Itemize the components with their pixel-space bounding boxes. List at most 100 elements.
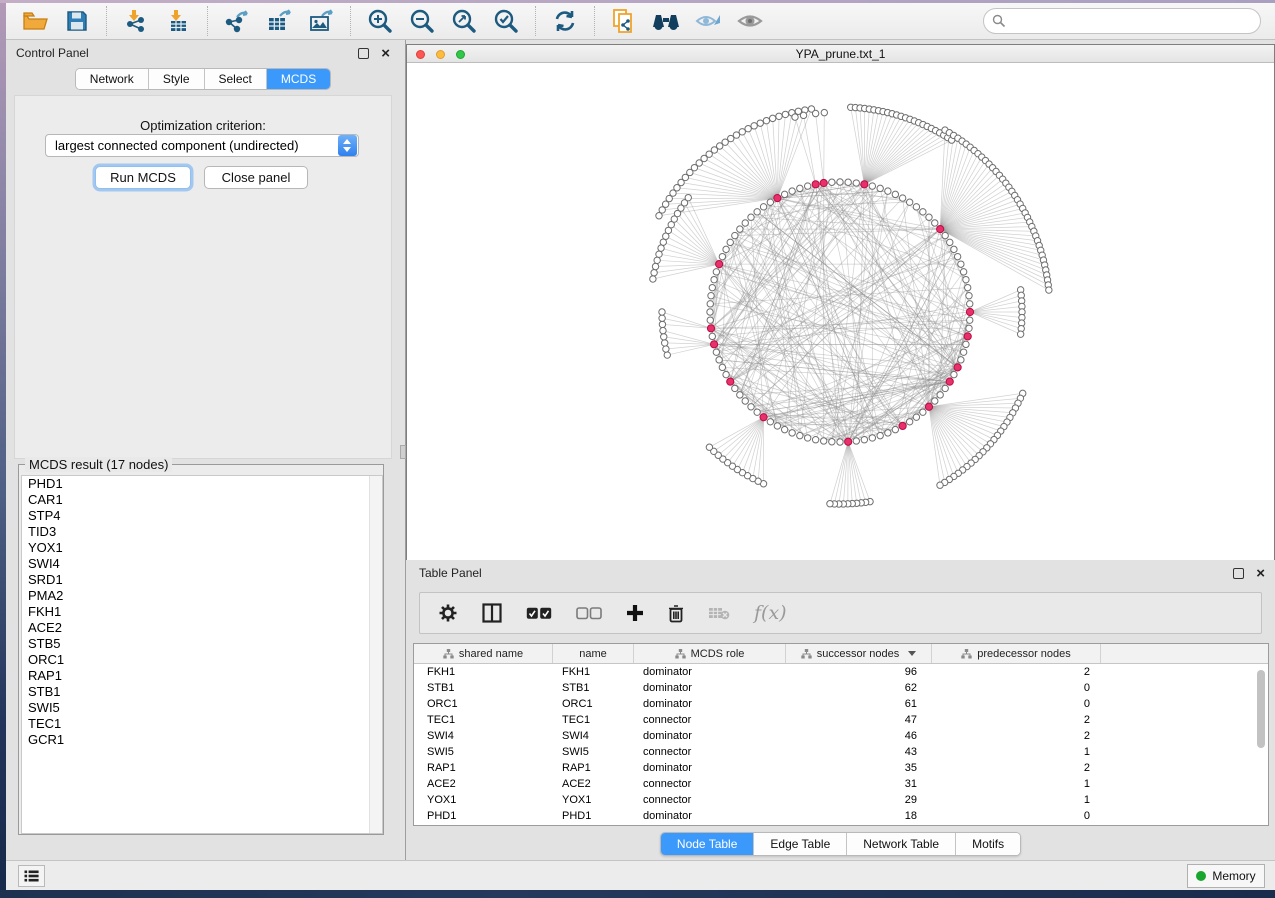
leaf-node[interactable] xyxy=(812,110,818,116)
hide-selected-button[interactable] xyxy=(687,5,729,37)
mcds-result-item[interactable]: RAP1 xyxy=(22,668,382,684)
mcds-result-item[interactable]: PHD1 xyxy=(22,476,382,492)
ring-node[interactable] xyxy=(963,341,969,347)
column-header-shared-name[interactable]: shared name xyxy=(414,644,553,663)
leaf-node[interactable] xyxy=(656,213,662,219)
window-close-icon[interactable] xyxy=(416,50,425,59)
ring-node[interactable] xyxy=(964,284,970,290)
ring-node[interactable] xyxy=(960,349,966,355)
mcds-hub-node[interactable] xyxy=(925,403,932,410)
ring-node[interactable] xyxy=(837,439,843,445)
table-row[interactable]: FKH1FKH1dominator962 xyxy=(414,664,1268,680)
ring-node[interactable] xyxy=(906,199,912,205)
zoom-selected-button[interactable] xyxy=(485,5,527,37)
export-network-button[interactable] xyxy=(216,5,258,37)
ring-node[interactable] xyxy=(954,253,960,259)
leaf-node[interactable] xyxy=(745,126,751,132)
ring-node[interactable] xyxy=(754,409,760,415)
ring-node[interactable] xyxy=(716,357,722,363)
ring-node[interactable] xyxy=(837,179,843,185)
mcds-hub-node[interactable] xyxy=(946,378,953,385)
ring-node[interactable] xyxy=(963,276,969,282)
leaf-node[interactable] xyxy=(662,340,668,346)
zoom-in-button[interactable] xyxy=(359,5,401,37)
table-row[interactable]: SWI4SWI4dominator462 xyxy=(414,728,1268,744)
ring-node[interactable] xyxy=(913,414,919,420)
table-row[interactable]: SWI5SWI5connector431 xyxy=(414,744,1268,760)
ring-node[interactable] xyxy=(737,226,743,232)
float-table-panel-icon[interactable] xyxy=(1233,568,1244,579)
mcds-hub-node[interactable] xyxy=(812,181,819,188)
memory-button[interactable]: Memory xyxy=(1187,864,1265,888)
network-window-titlebar[interactable]: YPA_prune.txt_1 xyxy=(407,45,1274,63)
close-panel-button[interactable]: Close panel xyxy=(204,166,308,189)
mcds-result-item[interactable]: ORC1 xyxy=(22,652,382,668)
mcds-result-item[interactable]: SWI4 xyxy=(22,556,382,572)
tab-mcds[interactable]: MCDS xyxy=(267,69,330,89)
ring-node[interactable] xyxy=(960,269,966,275)
ring-node[interactable] xyxy=(732,385,738,391)
leaf-node[interactable] xyxy=(763,117,769,123)
window-zoom-icon[interactable] xyxy=(456,50,465,59)
leaf-node[interactable] xyxy=(800,112,806,118)
tab-style[interactable]: Style xyxy=(149,69,205,89)
ring-node[interactable] xyxy=(958,261,964,267)
ring-node[interactable] xyxy=(797,432,803,438)
leaf-node[interactable] xyxy=(658,245,664,251)
leaf-node[interactable] xyxy=(664,352,670,358)
column-header-MCDS-role[interactable]: MCDS role xyxy=(634,644,786,663)
leaf-node[interactable] xyxy=(757,120,763,126)
ring-node[interactable] xyxy=(913,204,919,210)
search-input[interactable] xyxy=(983,8,1261,34)
ring-node[interactable] xyxy=(719,253,725,259)
leaf-node[interactable] xyxy=(650,276,656,282)
ring-node[interactable] xyxy=(906,419,912,425)
float-panel-icon[interactable] xyxy=(358,48,369,59)
close-table-panel-icon[interactable]: × xyxy=(1256,568,1265,579)
window-minimize-icon[interactable] xyxy=(436,50,445,59)
ring-node[interactable] xyxy=(821,438,827,444)
ring-node[interactable] xyxy=(899,195,905,201)
ring-node[interactable] xyxy=(885,430,891,436)
leaf-node[interactable] xyxy=(751,123,757,129)
ring-node[interactable] xyxy=(707,317,713,323)
ring-node[interactable] xyxy=(885,188,891,194)
ring-node[interactable] xyxy=(877,432,883,438)
open-session-button[interactable] xyxy=(14,5,56,37)
ring-node[interactable] xyxy=(707,301,713,307)
node-table[interactable]: shared namenameMCDS rolesuccessor nodesp… xyxy=(413,643,1269,826)
ring-node[interactable] xyxy=(713,349,719,355)
ring-node[interactable] xyxy=(760,204,766,210)
leaf-node[interactable] xyxy=(659,321,665,327)
ring-node[interactable] xyxy=(748,404,754,410)
ring-node[interactable] xyxy=(767,419,773,425)
mcds-hub-node[interactable] xyxy=(820,179,827,186)
mcds-hub-node[interactable] xyxy=(727,378,734,385)
ring-node[interactable] xyxy=(797,185,803,191)
mcds-result-item[interactable]: TID3 xyxy=(22,524,382,540)
zoom-fit-button[interactable] xyxy=(443,5,485,37)
mcds-result-item[interactable]: PMA2 xyxy=(22,588,382,604)
show-all-button[interactable] xyxy=(729,5,771,37)
ring-node[interactable] xyxy=(853,180,859,186)
table-row[interactable]: ACE2ACE2connector311 xyxy=(414,776,1268,792)
ring-node[interactable] xyxy=(829,179,835,185)
mcds-hub-node[interactable] xyxy=(774,194,781,201)
mcds-list-scrollbar[interactable] xyxy=(369,476,382,833)
mcds-hub-node[interactable] xyxy=(716,261,723,268)
leaf-node[interactable] xyxy=(1017,331,1023,337)
mcds-result-item[interactable]: ACE2 xyxy=(22,620,382,636)
network-list-button[interactable] xyxy=(18,865,45,887)
network-graph-canvas[interactable] xyxy=(407,63,1274,560)
clear-selection-button[interactable] xyxy=(576,607,602,620)
table-row[interactable]: STB1STB1dominator620 xyxy=(414,680,1268,696)
ring-node[interactable] xyxy=(947,239,953,245)
select-all-button[interactable] xyxy=(526,607,552,620)
column-header-name[interactable]: name xyxy=(553,644,634,663)
table-row[interactable]: RAP1RAP1dominator352 xyxy=(414,760,1268,776)
ring-node[interactable] xyxy=(920,409,926,415)
table-row[interactable]: TEC1TEC1connector472 xyxy=(414,712,1268,728)
ring-node[interactable] xyxy=(942,385,948,391)
ring-node[interactable] xyxy=(920,209,926,215)
ring-node[interactable] xyxy=(789,188,795,194)
